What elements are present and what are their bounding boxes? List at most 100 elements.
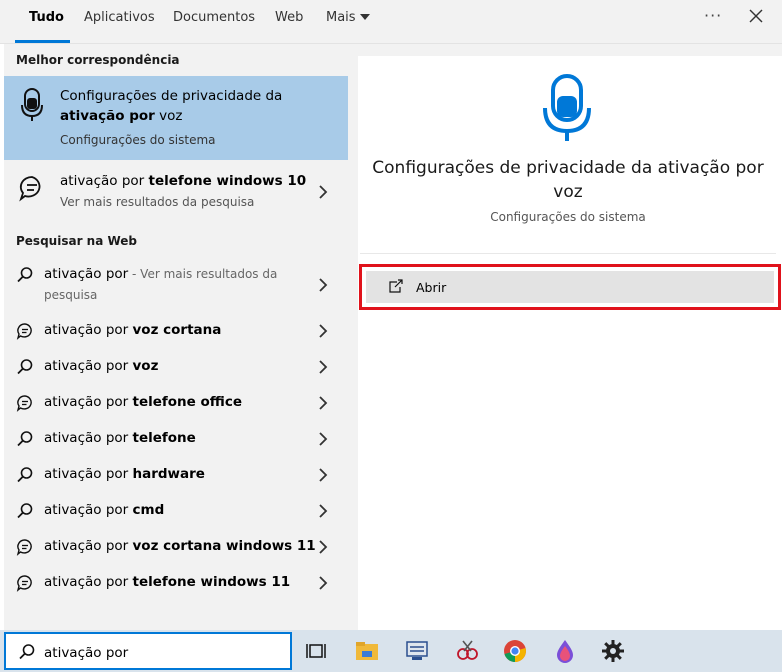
best-match-title-bold: ativação por: [60, 108, 155, 124]
chrome-icon[interactable]: [502, 638, 528, 664]
web-result-item[interactable]: ativação por voz: [4, 348, 348, 384]
web-result-bold: voz cortana: [132, 322, 222, 338]
chevron-right-icon[interactable]: [318, 360, 328, 374]
task-view-icon[interactable]: [304, 638, 330, 664]
chevron-right-icon[interactable]: [318, 432, 328, 446]
web-result-bold: cmd: [132, 502, 165, 518]
web-result-bold: hardware: [132, 466, 205, 482]
preview-title-line2: voz: [553, 182, 583, 202]
taskbar-search-input[interactable]: ativação por: [4, 632, 292, 670]
results-panel: Melhor correspondência Configurações de …: [4, 44, 358, 630]
web-result-prefix: ativação por: [44, 358, 133, 374]
preview-panel: Configurações de privacidade da ativação…: [360, 56, 776, 630]
web-result-item[interactable]: ativação por cmd: [4, 492, 348, 528]
tab-mais[interactable]: Mais: [326, 0, 356, 44]
search-icon: [16, 430, 34, 452]
chevron-right-icon[interactable]: [318, 278, 328, 292]
web-result-bold: telefone office: [132, 394, 243, 410]
web-result-bold: voz: [132, 358, 159, 374]
chat-bubble-icon: [19, 176, 41, 202]
web-result-item[interactable]: ativação por voz cortana: [4, 312, 348, 348]
best-match-title-rest: voz: [154, 108, 183, 124]
chevron-right-icon[interactable]: [318, 324, 328, 338]
search-icon: [16, 466, 34, 488]
web-result-item[interactable]: ativação por telefone windows 11: [4, 564, 348, 600]
right-panel-top-gap: [358, 44, 782, 56]
web-chat-icon: [16, 538, 34, 560]
web-result-text: ativação por telefone windows 11: [44, 574, 290, 590]
tab-aplicativos[interactable]: Aplicativos: [84, 0, 155, 44]
settings-icon[interactable]: [600, 638, 626, 664]
preview-header: Configurações de privacidade da ativação…: [360, 56, 776, 254]
search-tabs-bar: Tudo Aplicativos Documentos Web Mais ···: [0, 0, 782, 44]
web-result-line2: pesquisa: [44, 288, 98, 302]
tab-documentos[interactable]: Documentos: [173, 0, 255, 44]
search-icon: [16, 358, 34, 380]
web-result-item[interactable]: ativação por voz cortana windows 11: [4, 528, 348, 564]
web-result-text: ativação por cmd: [44, 502, 164, 518]
open-action-highlight: Abrir: [359, 264, 781, 310]
microphone-icon: [543, 74, 591, 141]
web-result-text: ativação por voz cortana windows 11: [44, 538, 316, 554]
web-result-text: ativação por hardware: [44, 466, 205, 482]
web-result-prefix: ativação por: [44, 574, 133, 590]
web-result-bold: voz cortana windows 11: [132, 538, 316, 554]
web-result-text: ativação por voz: [44, 358, 158, 374]
taskbar: ativação por: [0, 630, 782, 672]
ellipsis-icon[interactable]: ···: [704, 6, 722, 25]
chevron-right-icon[interactable]: [318, 540, 328, 554]
chevron-right-icon[interactable]: [318, 468, 328, 482]
web-search-header: Pesquisar na Web: [16, 234, 138, 248]
web-result-prefix: ativação por: [44, 538, 133, 554]
result-title: ativação por telefone windows 10: [60, 173, 306, 189]
web-result-prefix: ativação por: [44, 430, 133, 446]
search-window: Tudo Aplicativos Documentos Web Mais ···…: [0, 0, 782, 672]
chevron-down-icon[interactable]: [360, 14, 370, 20]
web-result-bold: telefone windows 11: [132, 574, 291, 590]
web-result-item[interactable]: ativação por hardware: [4, 456, 348, 492]
chevron-right-icon[interactable]: [318, 185, 328, 199]
open-button[interactable]: Abrir: [366, 271, 774, 303]
web-chat-icon: [16, 574, 34, 596]
web-chat-icon: [16, 322, 34, 344]
result-telefone-windows-10[interactable]: ativação por telefone windows 10 Ver mai…: [4, 162, 348, 222]
web-result-prefix: ativação por: [44, 394, 133, 410]
web-result-prefix: ativação por: [44, 322, 133, 338]
open-button-label: Abrir: [416, 280, 447, 295]
web-result-item[interactable]: ativação por telefone: [4, 420, 348, 456]
snipping-app-icon[interactable]: [454, 638, 480, 664]
active-tab-indicator: [15, 40, 70, 43]
tab-web[interactable]: Web: [275, 0, 303, 44]
search-input-value: ativação por: [44, 645, 129, 661]
tab-tudo[interactable]: Tudo: [29, 0, 64, 44]
web-result-line1: ativação por - Ver mais resultados da: [44, 266, 277, 282]
best-match-title-line1: Configurações de privacidade da: [60, 88, 283, 104]
web-result-prefix: ativação por: [44, 266, 129, 282]
web-result-text: ativação por telefone: [44, 430, 196, 446]
result-bold: telefone windows 10: [148, 173, 307, 189]
file-explorer-icon[interactable]: [354, 638, 380, 664]
open-external-icon: [389, 279, 403, 293]
network-app-icon[interactable]: [404, 638, 430, 664]
chevron-right-icon[interactable]: [318, 504, 328, 518]
preview-subtitle: Configurações do sistema: [490, 210, 646, 224]
chevron-right-icon[interactable]: [318, 396, 328, 410]
result-subtitle: Ver mais resultados da pesquisa: [60, 195, 255, 209]
web-result-bold: telefone: [132, 430, 196, 446]
microphone-icon: [21, 88, 43, 121]
web-result-item[interactable]: ativação por telefone office: [4, 384, 348, 420]
chevron-right-icon[interactable]: [318, 576, 328, 590]
close-icon[interactable]: [747, 7, 765, 25]
result-prefix: ativação por: [60, 173, 149, 189]
best-match-subtitle: Configurações do sistema: [60, 133, 216, 147]
web-result-prefix: ativação por: [44, 466, 133, 482]
web-result-more: - Ver mais resultados da: [128, 267, 278, 281]
web-result-text: ativação por telefone office: [44, 394, 242, 410]
search-icon: [16, 502, 34, 524]
web-chat-icon: [16, 394, 34, 416]
web-result-text: ativação por voz cortana: [44, 322, 221, 338]
best-match-result[interactable]: Configurações de privacidade da ativação…: [4, 76, 348, 160]
preview-title-line1: Configurações de privacidade da ativação…: [372, 158, 764, 178]
web-result-ativacao-por[interactable]: ativação por - Ver mais resultados da pe…: [4, 256, 348, 308]
paint-app-icon[interactable]: [552, 638, 578, 664]
